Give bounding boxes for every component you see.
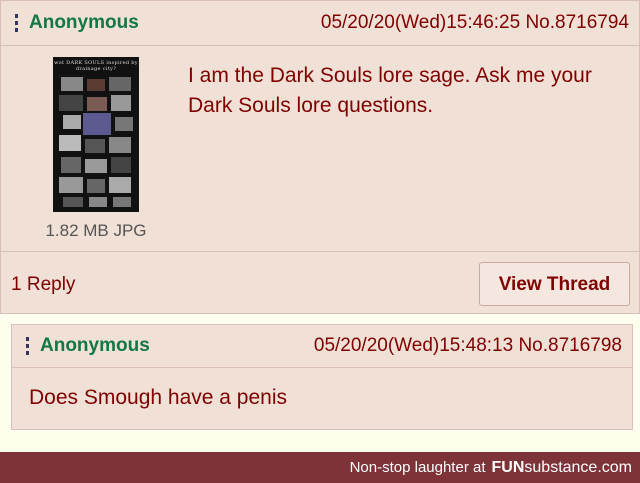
reply-post: Anonymous 05/20/20(Wed)15:48:13 No.87167…: [11, 324, 633, 430]
post-menu-icon[interactable]: [9, 14, 23, 32]
poster-name: Anonymous: [40, 335, 150, 356]
banner-text: Non-stop laughter at: [349, 459, 486, 476]
poster-name: Anonymous: [29, 12, 139, 33]
thumbnail-caption: wot DARK SOULS inspired by drainage city…: [54, 60, 138, 72]
watermark-banner: Non-stop laughter at FUN substance.com: [0, 452, 640, 483]
op-post-header: Anonymous 05/20/20(Wed)15:46:25 No.87167…: [1, 1, 639, 46]
file-size-label: 1.82 MB JPG: [45, 221, 147, 240]
file-thumbnail[interactable]: wot DARK SOULS inspired by drainage city…: [53, 57, 139, 212]
brand-rest: substance.com: [524, 458, 632, 476]
post-menu-icon[interactable]: [20, 337, 34, 355]
op-post: Anonymous 05/20/20(Wed)15:46:25 No.87167…: [0, 0, 640, 314]
view-thread-button[interactable]: View Thread: [479, 262, 630, 306]
reply-post-header: Anonymous 05/20/20(Wed)15:48:13 No.87167…: [12, 325, 632, 368]
brand-bold: FUN: [491, 458, 525, 476]
file-thumbnail-container: wot DARK SOULS inspired by drainage city…: [45, 57, 147, 241]
reply-post-text: Does Smough have a penis: [29, 386, 287, 409]
reply-count[interactable]: 1 Reply: [11, 274, 75, 296]
post-info[interactable]: 05/20/20(Wed)15:46:25 No.8716794: [321, 12, 639, 34]
op-post-footer: 1 Reply View Thread: [1, 251, 639, 314]
post-info[interactable]: 05/20/20(Wed)15:48:13 No.8716798: [314, 335, 632, 357]
op-post-text: I am the Dark Souls lore sage. Ask me yo…: [188, 64, 592, 117]
